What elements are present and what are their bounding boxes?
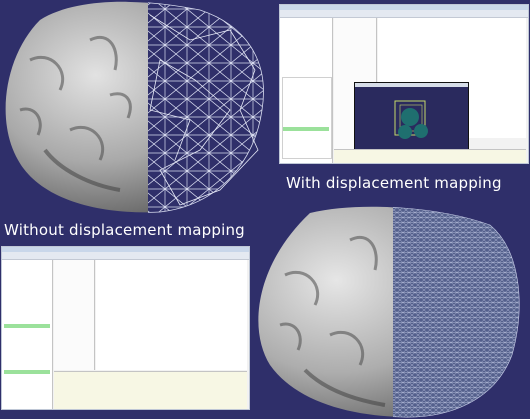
sphere-preview <box>394 100 428 139</box>
left-list-panel <box>282 77 332 159</box>
sphere-preview-window <box>354 82 469 150</box>
list-highlight-bottom-2 <box>4 370 50 374</box>
left-panel-bottom <box>2 260 53 409</box>
center-panel-bottom <box>54 260 95 370</box>
code-panel-bottom <box>96 260 247 370</box>
rock-render-bottom <box>258 206 520 418</box>
caption-without-displacement: Without displacement mapping <box>4 221 245 239</box>
tab-row-bottom <box>2 252 249 260</box>
caption-with-displacement: With displacement mapping <box>286 174 502 192</box>
tab-row <box>280 10 528 18</box>
bottom-output-panel <box>54 371 247 409</box>
list-highlight <box>283 127 329 131</box>
list-highlight-bottom-1 <box>4 324 50 328</box>
editor-screenshot-top <box>279 4 529 164</box>
rock-render-top <box>5 1 264 213</box>
editor-screenshot-bottom <box>1 246 250 410</box>
bottom-output-bar <box>334 149 526 163</box>
